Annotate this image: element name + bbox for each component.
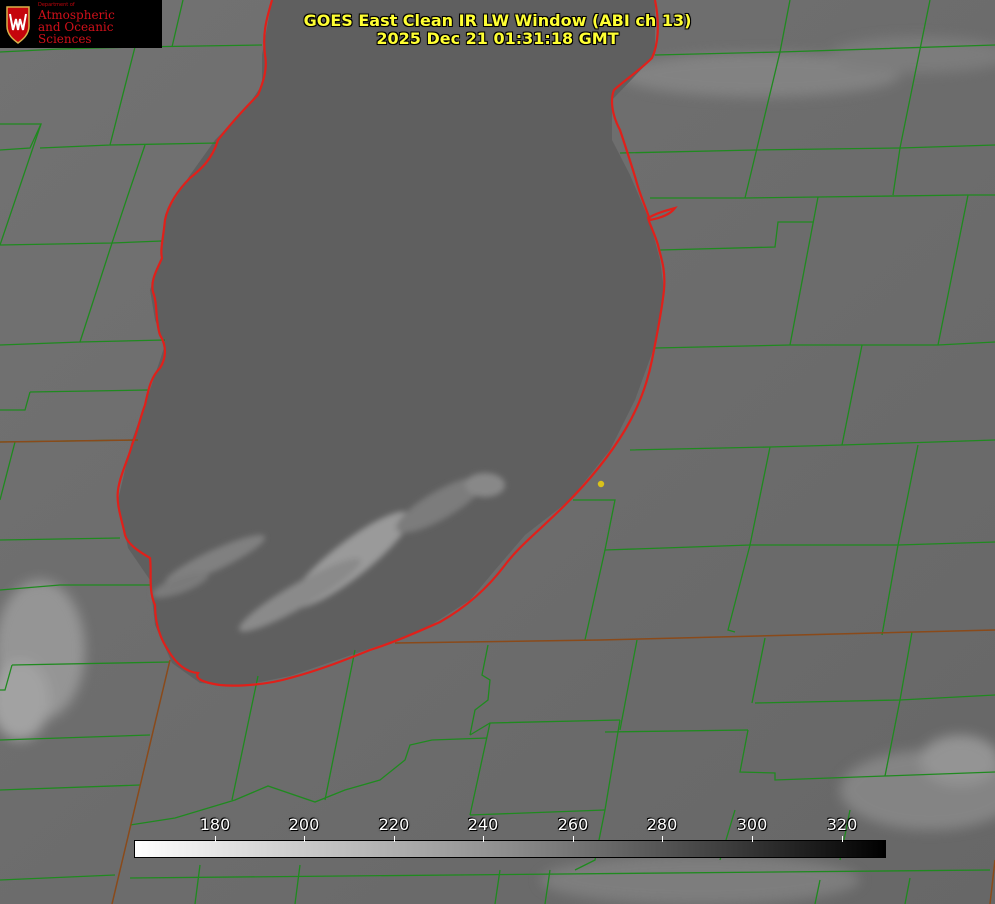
- colorbar-tick-label: 240: [467, 815, 499, 834]
- colorbar-tick-label: 320: [826, 815, 858, 834]
- colorbar-tick: [752, 836, 753, 842]
- colorbar-tick: [215, 836, 216, 842]
- colorbar-tick-label: 200: [288, 815, 320, 834]
- colorbar-tick: [304, 836, 305, 842]
- colorbar-tick-label: 300: [736, 815, 768, 834]
- colorbar-tick-label: 280: [646, 815, 678, 834]
- colorbar-tick: [483, 836, 484, 842]
- location-marker: [597, 480, 605, 488]
- satellite-map: [0, 0, 995, 904]
- temperature-colorbar: [134, 840, 886, 858]
- colorbar-tick: [842, 836, 843, 842]
- image-title: GOES East Clean IR LW Window (ABI ch 13): [303, 11, 692, 30]
- colorbar-tick: [662, 836, 663, 842]
- colorbar-tick-label: 220: [378, 815, 410, 834]
- image-timestamp: 2025 Dec 21 01:31:18 GMT: [376, 29, 619, 48]
- colorbar-tick: [394, 836, 395, 842]
- colorbar-tick-label: 260: [557, 815, 589, 834]
- colorbar-tick: [573, 836, 574, 842]
- colorbar-tick-label: 180: [199, 815, 231, 834]
